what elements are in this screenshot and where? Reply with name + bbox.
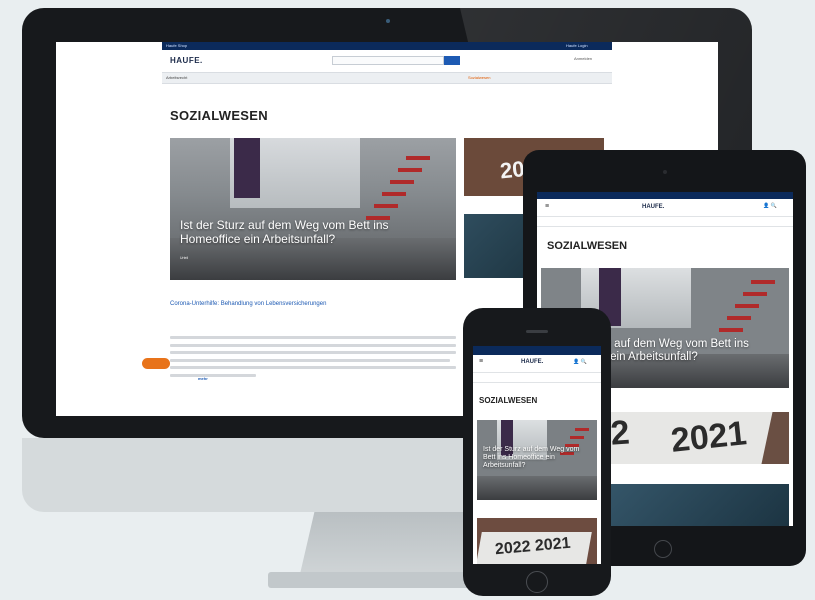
menu-icon[interactable]: ≡ <box>545 203 549 210</box>
topbar-shop-link[interactable]: Haufe Shop <box>166 43 187 48</box>
hero-title[interactable]: Ist der Sturz auf dem Weg vom Bett ins H… <box>180 218 435 246</box>
main-nav: Arbeitsrecht Sozialwesen <box>162 72 612 84</box>
tablet-card2-year-right: 2021 <box>669 414 749 460</box>
phone-hero-title[interactable]: Ist der Sturz auf dem Weg vom Bett ins H… <box>483 446 591 470</box>
imac-camera <box>386 19 390 23</box>
phone-hero-article[interactable]: Ist der Sturz auf dem Weg vom Bett ins H… <box>477 420 597 500</box>
hero-meta: Urteil <box>180 256 189 260</box>
feedback-badge[interactable] <box>142 358 170 369</box>
menu-icon[interactable]: ≡ <box>479 358 483 365</box>
tablet-page-title: SOZIALWESEN <box>547 240 628 252</box>
hero-curtain <box>234 138 260 198</box>
haufe-logo[interactable]: HAUFE. <box>642 204 664 210</box>
phone-page-title: SOZIALWESEN <box>479 396 538 405</box>
search-input[interactable] <box>332 56 444 65</box>
phone-header: ≡ HAUFE. 👤 🔍 <box>473 356 601 370</box>
phone-screen: ≡ HAUFE. 👤 🔍 SOZIALWESEN Ist der Sturz a… <box>473 346 601 564</box>
tablet-topbar <box>537 192 793 199</box>
phone-status-bar <box>473 346 601 355</box>
phone-home-button[interactable] <box>526 571 548 593</box>
page-title: SOZIALWESEN <box>170 108 268 123</box>
login-link[interactable]: Anmelden <box>574 56 592 61</box>
tablet-camera <box>663 170 667 174</box>
phone-breadcrumb <box>473 372 601 383</box>
topbar-login-link[interactable]: Haufe Login <box>566 43 588 48</box>
search-button[interactable] <box>444 56 460 65</box>
phone-hero-floor <box>477 476 597 500</box>
imac-stand <box>300 512 480 574</box>
phone-article-card-2[interactable]: 2022 2021 <box>477 518 597 564</box>
tablet-header: ≡ HAUFE. 👤 🔍 <box>537 200 793 214</box>
haufe-logo[interactable]: HAUFE. <box>521 359 543 365</box>
user-search-icons[interactable]: 👤 🔍 <box>763 203 777 209</box>
user-search-icons[interactable]: 👤 🔍 <box>573 359 587 365</box>
desktop-topbar: Haufe Shop Haufe Login <box>162 42 612 50</box>
nav-item-arbeitsrecht[interactable]: Arbeitsrecht <box>166 75 187 80</box>
desktop-header: HAUFE. Anmelden <box>162 50 612 70</box>
phone-speaker <box>526 330 548 333</box>
tablet-home-button[interactable] <box>654 540 672 558</box>
nav-item-sozialwesen[interactable]: Sozialwesen <box>468 75 490 80</box>
haufe-logo[interactable]: HAUFE. <box>170 56 203 65</box>
tablet-breadcrumb <box>537 216 793 227</box>
hero-article[interactable]: Ist der Sturz auf dem Weg vom Bett ins H… <box>170 138 456 280</box>
breadcrumb <box>162 84 612 93</box>
read-more-link[interactable]: mehr <box>198 376 208 381</box>
article-title[interactable]: Corona-Unterhilfe: Behandlung von Lebens… <box>170 301 326 307</box>
article-teaser <box>170 336 456 381</box>
